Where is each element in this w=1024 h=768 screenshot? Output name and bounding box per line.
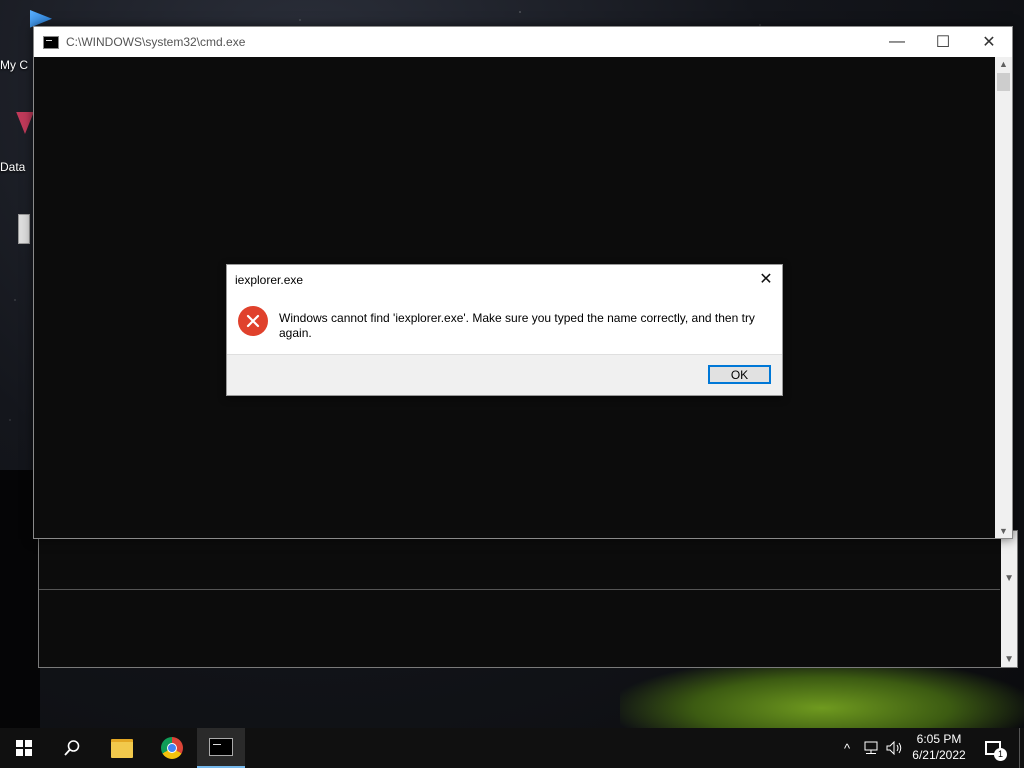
network-button[interactable] (860, 728, 882, 768)
start-button[interactable] (0, 728, 48, 768)
scroll-down-icon[interactable]: ▼ (1004, 654, 1014, 665)
taskbar: ^ 6:05 PM 6/21/2022 1 (0, 728, 1024, 768)
maximize-button[interactable]: ☐ (920, 27, 966, 57)
clock-time: 6:05 PM (916, 732, 962, 746)
desktop-icon-data[interactable]: Data (0, 112, 36, 174)
background-console-window[interactable]: ▼ ▼ (38, 530, 1018, 668)
close-icon: ✕ (759, 271, 773, 288)
taskbar-file-explorer[interactable] (98, 728, 146, 768)
search-icon (64, 740, 80, 756)
taskbar-command-prompt[interactable] (197, 728, 245, 768)
close-button[interactable]: ✕ (966, 27, 1012, 57)
chevron-up-icon: ^ (843, 740, 851, 756)
window-title: C:\WINDOWS\system32\cmd.exe (66, 35, 246, 49)
taskbar-chrome[interactable] (148, 728, 196, 768)
desktop-icon-label: Data (0, 160, 26, 174)
console-divider (39, 589, 1000, 590)
maximize-icon: ☐ (935, 34, 951, 51)
show-desktop-button[interactable] (1019, 728, 1024, 768)
dialog-title: iexplorer.exe (235, 273, 304, 287)
dialog-footer: OK (227, 354, 782, 395)
vertical-scrollbar[interactable]: ▼ ▼ (1001, 531, 1017, 667)
action-center-button[interactable]: 1 (978, 728, 1008, 768)
show-hidden-icons-button[interactable]: ^ (838, 728, 856, 768)
clock[interactable]: 6:05 PM 6/21/2022 (906, 731, 972, 763)
minimize-icon: — (889, 33, 905, 50)
clock-date: 6/21/2022 (912, 748, 966, 762)
windows-logo-icon (16, 740, 32, 756)
error-dialog[interactable]: iexplorer.exe ✕ Windows cannot find 'iex… (226, 264, 783, 396)
network-icon (864, 741, 878, 754)
scroll-down-icon[interactable]: ▼ (995, 526, 1012, 536)
window-titlebar[interactable]: C:\WINDOWS\system32\cmd.exe — ☐ ✕ (34, 27, 1012, 57)
close-icon: ✕ (982, 34, 996, 51)
minimize-button[interactable]: — (874, 27, 920, 57)
scroll-up-icon[interactable]: ▲ (995, 59, 1012, 69)
volume-button[interactable] (884, 728, 906, 768)
notification-icon: 1 (985, 741, 1007, 761)
scroll-down-icon[interactable]: ▼ (1004, 573, 1014, 584)
ok-button[interactable]: OK (708, 365, 771, 384)
dialog-close-button[interactable]: ✕ (756, 269, 776, 289)
dialog-message: Windows cannot find 'iexplorer.exe'. Mak… (279, 311, 755, 340)
chrome-icon (161, 737, 183, 759)
console-icon (209, 738, 233, 756)
search-button[interactable] (48, 728, 96, 768)
scrollbar-thumb[interactable] (997, 73, 1010, 91)
background-scrollbar-stub (18, 214, 30, 244)
notification-badge: 1 (994, 748, 1007, 761)
error-icon (238, 306, 268, 336)
folder-icon (111, 738, 133, 758)
console-icon (43, 35, 59, 49)
vertical-scrollbar[interactable]: ▲ ▼ (995, 57, 1012, 538)
speaker-icon (886, 741, 902, 755)
